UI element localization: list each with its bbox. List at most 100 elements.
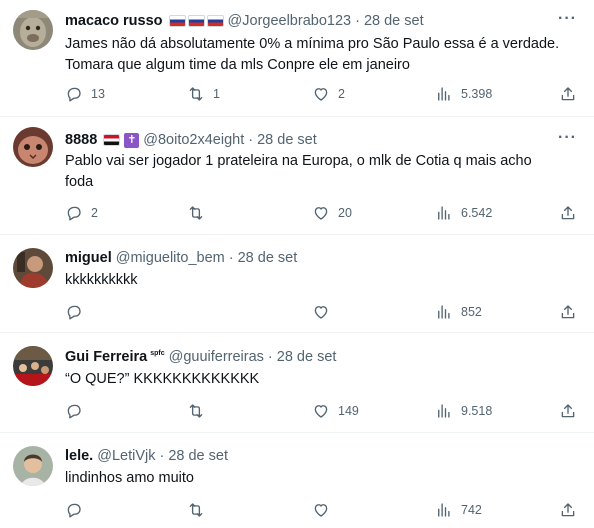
tweet-header: 8888 ✝ @8oito2x4eight · 28 de set [65,131,554,149]
latin-cross-icon: ✝ [124,132,140,148]
tweet-text-line: “O QUE?” KKKKKKKKKKKKK [65,371,260,387]
views-button[interactable]: 852 [435,303,482,321]
tweet[interactable]: Gui Ferreira spfc @guuiferreiras · 28 de… [0,333,594,433]
retweet-button[interactable] [187,402,205,420]
author-name[interactable]: miguel [65,249,112,267]
share-button[interactable] [559,85,577,103]
author-name[interactable]: lele. [65,447,93,465]
tweet-text: James não dá absolutamente 0% a mínima p… [65,34,580,76]
share-button[interactable] [559,303,577,321]
like-icon [312,85,330,103]
author-handle[interactable]: @Jorgeelbrabo123 [228,12,352,30]
reply-count: 13 [91,87,105,101]
tweet[interactable]: macaco russo @Jorgeelbrabo123 · 28 de se… [0,0,594,117]
reply-button[interactable] [65,501,83,519]
tweet-text-line: kkkkkkkkkk [65,272,138,288]
tweet-date[interactable]: 28 de set [277,348,337,366]
tweet-text-line: foda [65,174,94,190]
separator-dot: · [228,250,234,266]
reply-button[interactable] [65,303,83,321]
retweet-icon [187,402,205,420]
tweet-date[interactable]: 28 de set [257,131,317,149]
reply-icon [65,303,83,321]
tweet-text-line: Tomara que algum time da mls Conpre ele … [65,57,410,73]
tweet-text-line: James não dá absolutamente 0% a mínima p… [65,36,560,52]
reply-button[interactable]: 13 [65,85,105,103]
tweet-date[interactable]: 28 de set [364,12,424,30]
retweet-icon [187,85,205,103]
views-button[interactable]: 9.518 [435,402,492,420]
tweet-text: kkkkkkkkkk [65,270,580,291]
avatar[interactable] [13,10,53,50]
like-icon [312,402,330,420]
like-button[interactable]: 149 [312,402,359,420]
views-icon [435,303,453,321]
avatar[interactable] [13,446,53,486]
tweet-header: lele. @LetiVjk · 28 de set [65,447,554,465]
tweet[interactable]: lele. @LetiVjk · 28 de set lindinhos amo… [0,433,594,528]
share-button[interactable] [559,501,577,519]
author-handle[interactable]: @LetiVjk [97,447,155,465]
author-name[interactable]: 8888 [65,131,97,149]
tweet-text-line: Pablo vai ser jogador 1 prateleira na Eu… [65,153,532,169]
retweet-button[interactable]: 1 [187,85,220,103]
tweet[interactable]: 8888 ✝ @8oito2x4eight · 28 de set ··· Pa… [0,117,594,235]
views-button[interactable]: 5.398 [435,85,492,103]
share-button[interactable] [559,204,577,222]
views-button[interactable]: 742 [435,501,482,519]
flag-russia-icon [206,15,224,27]
tweet-date[interactable]: 28 de set [238,249,298,267]
like-button[interactable] [312,303,330,321]
retweet-button[interactable] [187,501,205,519]
reply-button[interactable] [65,402,83,420]
flag-russia-icon [168,15,186,27]
share-icon [559,85,577,103]
author-handle[interactable]: @8oito2x4eight [143,131,244,149]
separator-dot: · [248,132,254,148]
views-icon [435,501,453,519]
like-button[interactable]: 2 [312,85,345,103]
author-name[interactable]: macaco russo [65,12,163,30]
like-count: 20 [338,206,352,220]
share-button[interactable] [559,402,577,420]
views-icon [435,85,453,103]
tweet[interactable]: miguel @miguelito_bem · 28 de set kkkkkk… [0,235,594,333]
author-name[interactable]: Gui Ferreira [65,348,147,366]
tweet-text-line: lindinhos amo muito [65,470,194,486]
views-button[interactable]: 6.542 [435,204,492,222]
retweet-button[interactable] [187,204,213,222]
retweet-icon [187,501,205,519]
like-icon [312,303,330,321]
views-icon [435,402,453,420]
tweet-header: Gui Ferreira spfc @guuiferreiras · 28 de… [65,348,554,366]
like-icon [312,204,330,222]
avatar[interactable] [13,248,53,288]
avatar[interactable] [13,346,53,386]
tweet-header: macaco russo @Jorgeelbrabo123 · 28 de se… [65,12,554,30]
reply-icon [65,501,83,519]
view-count: 852 [461,305,482,319]
avatar[interactable] [13,127,53,167]
more-icon[interactable]: ··· [558,129,577,147]
reply-count: 2 [91,206,98,220]
action-bar: 149 9.518 [65,402,585,422]
share-icon [559,303,577,321]
retweet-count: 1 [213,87,220,101]
flag-egypt-icon [103,134,121,146]
action-bar: 2 20 6.542 [65,204,585,224]
spfc-badge: spfc [150,350,165,357]
like-button[interactable]: 20 [312,204,352,222]
name-badges [103,134,121,146]
reply-icon [65,85,83,103]
tweet-date[interactable]: 28 de set [168,447,228,465]
view-count: 742 [461,503,482,517]
more-icon[interactable]: ··· [558,10,577,28]
reply-icon [65,402,83,420]
author-handle[interactable]: @guuiferreiras [169,348,264,366]
share-icon [559,501,577,519]
like-button[interactable] [312,501,330,519]
name-badges [168,15,224,27]
author-handle[interactable]: @miguelito_bem [116,249,225,267]
reply-button[interactable]: 2 [65,204,98,222]
retweet-icon [187,204,205,222]
